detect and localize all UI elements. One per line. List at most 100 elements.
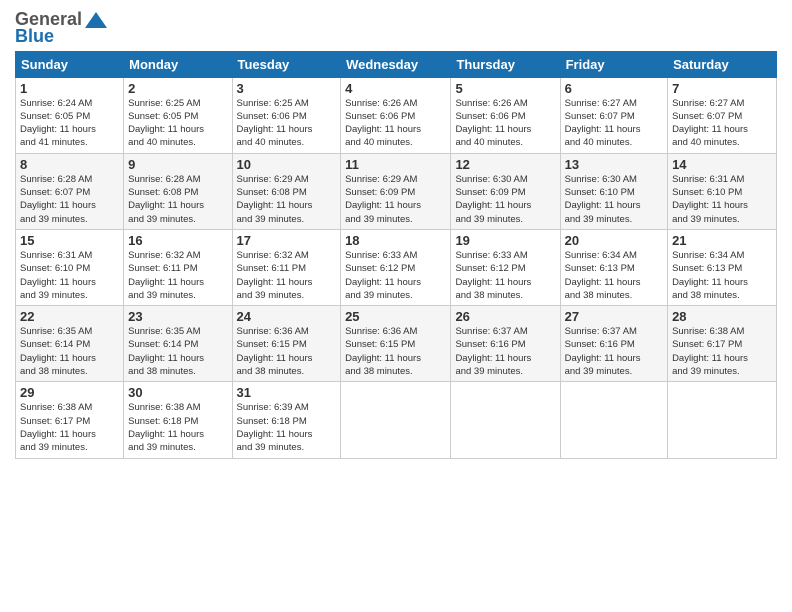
calendar-cell: 7Sunrise: 6:27 AM Sunset: 6:07 PM Daylig… [668, 77, 777, 153]
day-number: 7 [672, 81, 772, 96]
calendar-cell: 12Sunrise: 6:30 AM Sunset: 6:09 PM Dayli… [451, 153, 560, 229]
calendar-cell: 27Sunrise: 6:37 AM Sunset: 6:16 PM Dayli… [560, 306, 667, 382]
calendar-cell [451, 382, 560, 458]
calendar-cell [341, 382, 451, 458]
day-info: Sunrise: 6:37 AM Sunset: 6:16 PM Dayligh… [455, 325, 555, 378]
calendar-cell: 2Sunrise: 6:25 AM Sunset: 6:05 PM Daylig… [124, 77, 232, 153]
logo: General Blue [15, 10, 107, 47]
day-header-wednesday: Wednesday [341, 51, 451, 77]
day-number: 12 [455, 157, 555, 172]
day-number: 3 [237, 81, 337, 96]
day-info: Sunrise: 6:36 AM Sunset: 6:15 PM Dayligh… [237, 325, 337, 378]
calendar-cell: 29Sunrise: 6:38 AM Sunset: 6:17 PM Dayli… [16, 382, 124, 458]
day-number: 30 [128, 385, 227, 400]
day-info: Sunrise: 6:27 AM Sunset: 6:07 PM Dayligh… [565, 97, 663, 150]
day-header-tuesday: Tuesday [232, 51, 341, 77]
day-info: Sunrise: 6:25 AM Sunset: 6:06 PM Dayligh… [237, 97, 337, 150]
day-info: Sunrise: 6:32 AM Sunset: 6:11 PM Dayligh… [128, 249, 227, 302]
calendar-cell: 18Sunrise: 6:33 AM Sunset: 6:12 PM Dayli… [341, 229, 451, 305]
calendar-cell: 9Sunrise: 6:28 AM Sunset: 6:08 PM Daylig… [124, 153, 232, 229]
day-info: Sunrise: 6:24 AM Sunset: 6:05 PM Dayligh… [20, 97, 119, 150]
calendar-cell: 16Sunrise: 6:32 AM Sunset: 6:11 PM Dayli… [124, 229, 232, 305]
calendar-week-1: 1Sunrise: 6:24 AM Sunset: 6:05 PM Daylig… [16, 77, 777, 153]
calendar-cell: 21Sunrise: 6:34 AM Sunset: 6:13 PM Dayli… [668, 229, 777, 305]
day-number: 11 [345, 157, 446, 172]
day-info: Sunrise: 6:29 AM Sunset: 6:09 PM Dayligh… [345, 173, 446, 226]
logo-blue: Blue [15, 27, 54, 47]
calendar-week-2: 8Sunrise: 6:28 AM Sunset: 6:07 PM Daylig… [16, 153, 777, 229]
day-number: 24 [237, 309, 337, 324]
calendar-cell: 22Sunrise: 6:35 AM Sunset: 6:14 PM Dayli… [16, 306, 124, 382]
day-number: 19 [455, 233, 555, 248]
page-container: General Blue SundayMondayTuesdayWednesda… [0, 0, 792, 464]
day-info: Sunrise: 6:33 AM Sunset: 6:12 PM Dayligh… [345, 249, 446, 302]
day-number: 16 [128, 233, 227, 248]
day-info: Sunrise: 6:39 AM Sunset: 6:18 PM Dayligh… [237, 401, 337, 454]
calendar-cell: 24Sunrise: 6:36 AM Sunset: 6:15 PM Dayli… [232, 306, 341, 382]
calendar-cell [668, 382, 777, 458]
day-number: 15 [20, 233, 119, 248]
calendar-cell: 11Sunrise: 6:29 AM Sunset: 6:09 PM Dayli… [341, 153, 451, 229]
header: General Blue [15, 10, 777, 47]
calendar-cell: 5Sunrise: 6:26 AM Sunset: 6:06 PM Daylig… [451, 77, 560, 153]
day-header-monday: Monday [124, 51, 232, 77]
day-number: 10 [237, 157, 337, 172]
calendar-cell [560, 382, 667, 458]
day-number: 22 [20, 309, 119, 324]
day-info: Sunrise: 6:31 AM Sunset: 6:10 PM Dayligh… [672, 173, 772, 226]
day-number: 17 [237, 233, 337, 248]
day-info: Sunrise: 6:26 AM Sunset: 6:06 PM Dayligh… [345, 97, 446, 150]
calendar-cell: 15Sunrise: 6:31 AM Sunset: 6:10 PM Dayli… [16, 229, 124, 305]
day-info: Sunrise: 6:36 AM Sunset: 6:15 PM Dayligh… [345, 325, 446, 378]
day-info: Sunrise: 6:37 AM Sunset: 6:16 PM Dayligh… [565, 325, 663, 378]
day-info: Sunrise: 6:34 AM Sunset: 6:13 PM Dayligh… [672, 249, 772, 302]
day-info: Sunrise: 6:30 AM Sunset: 6:10 PM Dayligh… [565, 173, 663, 226]
day-header-saturday: Saturday [668, 51, 777, 77]
day-number: 14 [672, 157, 772, 172]
calendar-week-3: 15Sunrise: 6:31 AM Sunset: 6:10 PM Dayli… [16, 229, 777, 305]
calendar-cell: 20Sunrise: 6:34 AM Sunset: 6:13 PM Dayli… [560, 229, 667, 305]
day-number: 1 [20, 81, 119, 96]
day-info: Sunrise: 6:32 AM Sunset: 6:11 PM Dayligh… [237, 249, 337, 302]
day-number: 4 [345, 81, 446, 96]
calendar-cell: 19Sunrise: 6:33 AM Sunset: 6:12 PM Dayli… [451, 229, 560, 305]
day-number: 8 [20, 157, 119, 172]
calendar-cell: 10Sunrise: 6:29 AM Sunset: 6:08 PM Dayli… [232, 153, 341, 229]
calendar-cell: 30Sunrise: 6:38 AM Sunset: 6:18 PM Dayli… [124, 382, 232, 458]
day-info: Sunrise: 6:28 AM Sunset: 6:07 PM Dayligh… [20, 173, 119, 226]
calendar-cell: 28Sunrise: 6:38 AM Sunset: 6:17 PM Dayli… [668, 306, 777, 382]
day-info: Sunrise: 6:38 AM Sunset: 6:18 PM Dayligh… [128, 401, 227, 454]
calendar-week-5: 29Sunrise: 6:38 AM Sunset: 6:17 PM Dayli… [16, 382, 777, 458]
day-info: Sunrise: 6:38 AM Sunset: 6:17 PM Dayligh… [672, 325, 772, 378]
day-number: 5 [455, 81, 555, 96]
day-header-thursday: Thursday [451, 51, 560, 77]
day-number: 26 [455, 309, 555, 324]
day-info: Sunrise: 6:34 AM Sunset: 6:13 PM Dayligh… [565, 249, 663, 302]
day-number: 6 [565, 81, 663, 96]
day-info: Sunrise: 6:35 AM Sunset: 6:14 PM Dayligh… [128, 325, 227, 378]
day-number: 21 [672, 233, 772, 248]
day-info: Sunrise: 6:28 AM Sunset: 6:08 PM Dayligh… [128, 173, 227, 226]
day-info: Sunrise: 6:38 AM Sunset: 6:17 PM Dayligh… [20, 401, 119, 454]
calendar-week-4: 22Sunrise: 6:35 AM Sunset: 6:14 PM Dayli… [16, 306, 777, 382]
day-number: 18 [345, 233, 446, 248]
day-info: Sunrise: 6:35 AM Sunset: 6:14 PM Dayligh… [20, 325, 119, 378]
calendar-table: SundayMondayTuesdayWednesdayThursdayFrid… [15, 51, 777, 459]
day-number: 31 [237, 385, 337, 400]
day-info: Sunrise: 6:33 AM Sunset: 6:12 PM Dayligh… [455, 249, 555, 302]
day-number: 25 [345, 309, 446, 324]
calendar-cell: 23Sunrise: 6:35 AM Sunset: 6:14 PM Dayli… [124, 306, 232, 382]
day-header-friday: Friday [560, 51, 667, 77]
calendar-cell: 25Sunrise: 6:36 AM Sunset: 6:15 PM Dayli… [341, 306, 451, 382]
calendar-header-row: SundayMondayTuesdayWednesdayThursdayFrid… [16, 51, 777, 77]
day-header-sunday: Sunday [16, 51, 124, 77]
day-info: Sunrise: 6:30 AM Sunset: 6:09 PM Dayligh… [455, 173, 555, 226]
calendar-cell: 17Sunrise: 6:32 AM Sunset: 6:11 PM Dayli… [232, 229, 341, 305]
calendar-cell: 13Sunrise: 6:30 AM Sunset: 6:10 PM Dayli… [560, 153, 667, 229]
day-info: Sunrise: 6:29 AM Sunset: 6:08 PM Dayligh… [237, 173, 337, 226]
calendar-cell: 31Sunrise: 6:39 AM Sunset: 6:18 PM Dayli… [232, 382, 341, 458]
day-info: Sunrise: 6:26 AM Sunset: 6:06 PM Dayligh… [455, 97, 555, 150]
calendar-cell: 3Sunrise: 6:25 AM Sunset: 6:06 PM Daylig… [232, 77, 341, 153]
day-number: 27 [565, 309, 663, 324]
day-info: Sunrise: 6:31 AM Sunset: 6:10 PM Dayligh… [20, 249, 119, 302]
